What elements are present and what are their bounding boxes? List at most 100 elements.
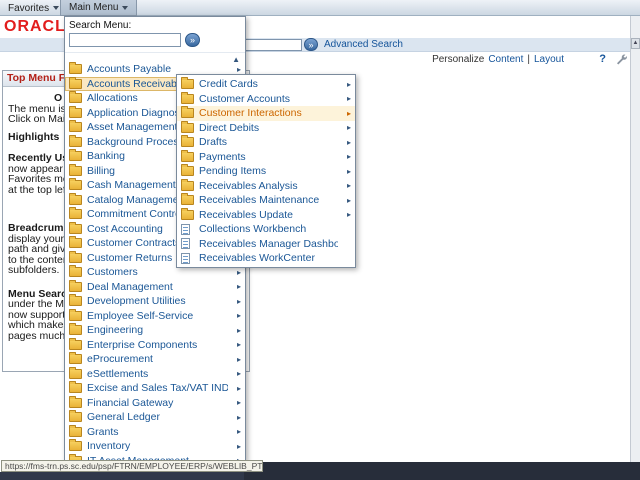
folder-icon xyxy=(69,398,82,408)
submenu-item[interactable]: Pending Items ▸ xyxy=(177,164,355,179)
chevron-right-icon: ▸ xyxy=(233,369,241,378)
bold-text: Highlights xyxy=(8,132,59,143)
chevron-down-icon xyxy=(53,6,59,10)
folder-icon xyxy=(69,412,82,422)
menu-item[interactable]: Grants ▸ xyxy=(65,425,245,440)
folder-icon xyxy=(181,152,194,162)
favorites-label: Favorites xyxy=(8,3,49,14)
menu-item[interactable]: Excise and Sales Tax/VAT IND ▸ xyxy=(65,381,245,396)
folder-icon xyxy=(69,151,82,161)
folder-icon xyxy=(69,224,82,234)
folder-icon xyxy=(69,137,82,147)
submenu-item[interactable]: Direct Debits ▸ xyxy=(177,121,355,136)
submenu-item-label: Credit Cards xyxy=(199,78,338,90)
submenu-list: Credit Cards ▸ Customer Accounts ▸ Custo… xyxy=(177,77,355,266)
personalize-label: Personalize xyxy=(432,54,484,65)
status-url-tooltip: https://fms-trn.ps.sc.edu/psp/FTRN/EMPLO… xyxy=(1,460,263,472)
menu-item-label: Employee Self-Service xyxy=(87,310,228,322)
document-icon xyxy=(181,224,190,235)
chevron-right-icon: ▸ xyxy=(343,94,351,103)
folder-icon xyxy=(69,64,82,74)
menu-item[interactable]: eSettlements ▸ xyxy=(65,367,245,382)
submenu-item[interactable]: Drafts ▸ xyxy=(177,135,355,150)
menu-item[interactable]: Engineering ▸ xyxy=(65,323,245,338)
advanced-search-link[interactable]: Advanced Search xyxy=(324,39,403,50)
submenu-item[interactable]: Payments ▸ xyxy=(177,150,355,165)
submenu-item[interactable]: Collections Workbench ▸ xyxy=(177,222,355,237)
menu-item-label: Deal Management xyxy=(87,281,228,293)
chevron-down-icon xyxy=(122,6,128,10)
menu-item[interactable]: Financial Gateway ▸ xyxy=(65,396,245,411)
chevron-right-icon: ▸ xyxy=(343,181,351,190)
submenu-item[interactable]: Credit Cards ▸ xyxy=(177,77,355,92)
chevron-right-icon: ▸ xyxy=(233,413,241,422)
folder-icon xyxy=(69,282,82,292)
help-button[interactable]: ? xyxy=(599,53,606,65)
submenu-item[interactable]: Customer Accounts ▸ xyxy=(177,92,355,107)
folder-icon xyxy=(69,340,82,350)
menu-item[interactable]: Deal Management ▸ xyxy=(65,280,245,295)
menu-search-go-button[interactable]: » xyxy=(185,33,200,47)
folder-icon xyxy=(69,427,82,437)
wrench-icon[interactable] xyxy=(615,53,628,66)
folder-icon xyxy=(69,79,82,89)
folder-icon xyxy=(181,181,194,191)
menu-item-label: General Ledger xyxy=(87,411,228,423)
scrollbar-up-button[interactable]: ▲ xyxy=(631,38,640,49)
folder-icon xyxy=(181,195,194,205)
menu-item[interactable]: Development Utilities ▸ xyxy=(65,294,245,309)
search-go-button[interactable]: » xyxy=(304,38,318,51)
menu-search-section: Search Menu: » xyxy=(65,17,245,53)
submenu-item-label: Payments xyxy=(199,151,338,163)
folder-icon xyxy=(69,325,82,335)
submenu-item[interactable]: Receivables Maintenance ▸ xyxy=(177,193,355,208)
submenu-item-label: Drafts xyxy=(199,136,338,148)
submenu-item-label: Collections Workbench xyxy=(199,223,338,235)
chevron-right-icon: ▸ xyxy=(233,297,241,306)
folder-icon xyxy=(69,108,82,118)
submenu-item[interactable]: Receivables WorkCenter ▸ xyxy=(177,251,355,266)
menu-search-input[interactable] xyxy=(69,33,181,47)
menu-item[interactable]: Inventory ▸ xyxy=(65,439,245,454)
main-menu-button[interactable]: Main Menu xyxy=(60,0,137,16)
submenu-item-label: Customer Accounts xyxy=(199,93,338,105)
submenu-item[interactable]: Receivables Update ▸ xyxy=(177,208,355,223)
main-menu-label: Main Menu xyxy=(69,2,118,13)
favorites-menu-button[interactable]: Favorites xyxy=(0,0,67,16)
submenu-item-label: Direct Debits xyxy=(199,122,338,134)
folder-icon xyxy=(69,267,82,277)
menu-item-label: Financial Gateway xyxy=(87,397,228,409)
menu-item-label: Enterprise Components xyxy=(87,339,228,351)
chevron-right-icon: ▸ xyxy=(233,268,241,277)
chevron-right-icon: ▸ xyxy=(233,398,241,407)
chevron-right-icon: ▸ xyxy=(343,123,351,132)
chevron-right-icon: ▸ xyxy=(233,355,241,364)
folder-icon xyxy=(69,209,82,219)
folder-icon xyxy=(69,296,82,306)
folder-icon xyxy=(69,195,82,205)
bottom-bar-left xyxy=(0,472,244,480)
chevron-right-icon: ▸ xyxy=(233,340,241,349)
menu-item-label: Customers xyxy=(87,266,228,278)
menu-item[interactable]: Enterprise Components ▸ xyxy=(65,338,245,353)
folder-icon xyxy=(69,311,82,321)
folder-icon xyxy=(181,123,194,133)
personalize-content-link[interactable]: Content xyxy=(488,54,523,65)
accounts-receivable-submenu: Credit Cards ▸ Customer Accounts ▸ Custo… xyxy=(176,74,356,268)
submenu-item[interactable]: Customer Interactions ▸ xyxy=(177,106,355,121)
submenu-item[interactable]: Receivables Analysis ▸ xyxy=(177,179,355,194)
folder-icon xyxy=(69,166,82,176)
separator: | xyxy=(527,54,530,65)
menu-item[interactable]: eProcurement ▸ xyxy=(65,352,245,367)
menu-item[interactable]: Employee Self-Service ▸ xyxy=(65,309,245,324)
menu-item[interactable]: General Ledger ▸ xyxy=(65,410,245,425)
submenu-item[interactable]: Receivables Manager Dashboard ▸ xyxy=(177,237,355,252)
chevron-right-icon: ▸ xyxy=(343,167,351,176)
chevron-right-icon: ▸ xyxy=(233,384,241,393)
submenu-item-label: Pending Items xyxy=(199,165,338,177)
chevron-right-icon: ▸ xyxy=(233,65,241,74)
document-icon xyxy=(181,238,190,249)
chevron-right-icon: ▸ xyxy=(343,196,351,205)
vertical-scrollbar[interactable]: ▲ xyxy=(630,16,640,462)
personalize-layout-link[interactable]: Layout xyxy=(534,54,564,65)
